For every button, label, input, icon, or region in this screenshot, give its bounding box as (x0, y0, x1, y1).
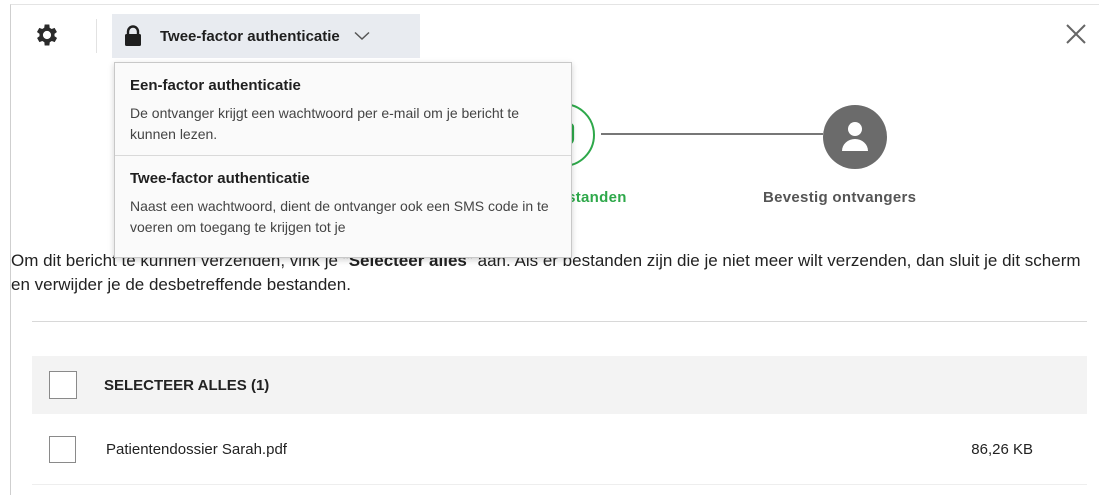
chevron-down-icon (354, 31, 370, 41)
close-icon[interactable] (1065, 23, 1087, 45)
file-checkbox[interactable] (49, 436, 76, 463)
menu-item-one-factor[interactable]: Een-factor authenticatie De ontvanger kr… (115, 63, 571, 155)
file-name: Patientendossier Sarah.pdf (106, 441, 287, 458)
auth-method-dropdown[interactable]: Twee-factor authenticatie (112, 14, 420, 58)
user-icon (842, 122, 868, 151)
menu-item-two-factor[interactable]: Twee-factor authenticatie Naast een wach… (115, 155, 571, 248)
select-all-checkbox[interactable] (49, 371, 77, 399)
gear-icon[interactable] (33, 21, 61, 49)
menu-item-description: De ontvanger krijgt een wachtwoord per e… (130, 105, 520, 142)
section-divider (32, 321, 1087, 322)
menu-item-description: Naast een wachtwoord, dient de ontvanger… (130, 198, 549, 235)
auth-method-menu: Een-factor authenticatie De ontvanger kr… (114, 62, 572, 258)
menu-item-title: Twee-factor authenticatie (130, 170, 310, 187)
lock-icon (125, 25, 141, 46)
file-size: 86,26 KB (971, 441, 1033, 458)
dialog-window: Twee-factor authenticatie bestanden Beve… (10, 4, 1099, 495)
toolbar-divider (96, 19, 97, 53)
auth-method-label: Twee-factor authenticatie (160, 27, 340, 45)
menu-item-title: Een-factor authenticatie (130, 77, 301, 94)
select-all-label: SELECTEER ALLES (1) (104, 376, 270, 394)
step-recipients-label: Bevestig ontvangers (763, 189, 917, 206)
table-row[interactable]: Patientendossier Sarah.pdf 86,26 KB (32, 415, 1087, 485)
select-all-row[interactable]: SELECTEER ALLES (1) (32, 356, 1087, 414)
top-bar: Twee-factor authenticatie (11, 5, 1100, 65)
step-connector (601, 133, 823, 135)
